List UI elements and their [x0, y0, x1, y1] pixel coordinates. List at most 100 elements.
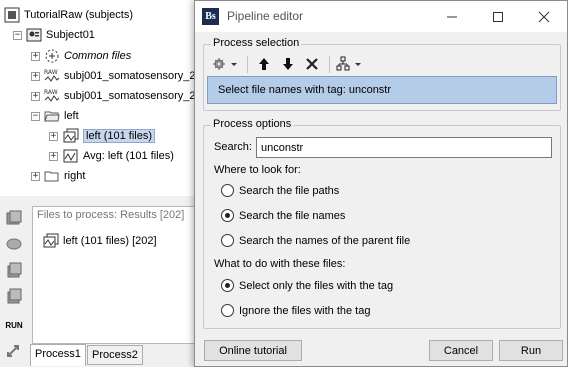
gear-icon: [213, 58, 237, 70]
expand-icon[interactable]: +: [31, 92, 40, 101]
process-selection-title: Process selection: [211, 37, 302, 49]
move-up-button[interactable]: [253, 53, 275, 75]
brainstorm-logo-icon: Bs: [202, 8, 219, 25]
raw-file-icon: RAW: [44, 88, 60, 104]
expand-icon[interactable]: +: [31, 172, 40, 181]
protocol-icon: [4, 7, 20, 23]
radio-label: Select only the files with the tag: [239, 279, 394, 292]
what-to-do-label: What to do with these files:: [214, 258, 346, 270]
stack-icon[interactable]: [4, 260, 24, 280]
average-icon: [63, 148, 79, 164]
tree-item-label: Common files: [64, 50, 132, 62]
tree-root[interactable]: TutorialRaw (subjects): [4, 6, 133, 24]
panel-splitter[interactable]: [0, 196, 200, 204]
pipeline-editor-dialog: Bs Pipeline editor Process selection Sel…: [194, 0, 568, 367]
dialog-title: Pipeline editor: [227, 9, 304, 23]
online-tutorial-button[interactable]: Online tutorial: [204, 340, 302, 361]
tree-item-left-folder[interactable]: left: [44, 107, 79, 125]
radio-checked-icon[interactable]: [221, 279, 234, 292]
file-entry-label: left (101 files) [202]: [63, 235, 157, 247]
minimize-icon: [447, 16, 457, 17]
collapse-icon[interactable]: −: [31, 112, 40, 121]
tree-root-label: TutorialRaw (subjects): [24, 9, 134, 21]
maximize-icon: [493, 11, 503, 22]
collapse-icon[interactable]: −: [13, 31, 22, 40]
process-options-title: Process options: [211, 118, 294, 130]
stack-icon[interactable]: [4, 286, 24, 306]
toolbar-separator: [329, 56, 330, 73]
tree-item-label: right: [64, 170, 86, 182]
delete-process-button[interactable]: [301, 53, 323, 75]
toolbar-separator: [247, 56, 248, 73]
search-input[interactable]: [256, 137, 552, 158]
tree-item-right-folder[interactable]: right: [44, 167, 85, 185]
tab-process1[interactable]: Process1: [30, 344, 86, 366]
radio-label: Ignore the files with the tag: [239, 304, 371, 317]
run-button[interactable]: Run: [499, 340, 563, 361]
files-to-process-title: Files to process: Results [202]: [37, 209, 185, 221]
radio-icon[interactable]: [221, 234, 234, 247]
title-bar[interactable]: Bs Pipeline editor: [195, 1, 567, 32]
tree-item-raw-2[interactable]: RAW subj001_somatosensory_2: [44, 87, 195, 105]
radio-search-parent-names[interactable]: Search the names of the parent file: [221, 234, 410, 247]
radio-search-file-names[interactable]: Search the file names: [221, 209, 345, 222]
tree-item-label: left: [64, 110, 79, 122]
svg-text:RAW: RAW: [44, 89, 58, 96]
radio-ignore-tagged[interactable]: Ignore the files with the tag: [221, 304, 370, 317]
close-icon: [538, 11, 550, 22]
tree-subject-label: Subject01: [46, 29, 95, 41]
cancel-button[interactable]: Cancel: [429, 340, 493, 361]
tree-item-label: subj001_somatosensory_2: [64, 70, 196, 82]
svg-text:RAW: RAW: [44, 69, 58, 76]
tree-item-common-files[interactable]: Common files: [44, 47, 131, 65]
arrow-up-icon: [259, 58, 269, 70]
radio-label: Search the file paths: [239, 184, 340, 197]
trials-icon: [63, 128, 79, 144]
tree-subject[interactable]: Subject01: [26, 26, 95, 44]
expand-icon[interactable]: +: [49, 152, 58, 161]
maximize-button[interactable]: [475, 1, 521, 32]
pipeline-tree-icon: [336, 56, 361, 71]
search-label: Search:: [214, 141, 252, 153]
run-button[interactable]: RUN: [4, 316, 24, 336]
swap-icon[interactable]: [4, 342, 24, 362]
tree-item-raw-1[interactable]: RAW subj001_somatosensory_2: [44, 67, 195, 85]
tree-item-label: subj001_somatosensory_2: [64, 90, 196, 102]
tree-item-left-trials[interactable]: left (101 files): [63, 127, 156, 145]
files-icon[interactable]: [4, 208, 24, 228]
process-toolbar: RUN: [0, 204, 28, 367]
folder-open-icon: [44, 108, 60, 124]
expand-icon[interactable]: +: [49, 132, 58, 141]
pipeline-menu-button[interactable]: [335, 53, 365, 75]
database-tree[interactable]: TutorialRaw (subjects) − Subject01 + Com…: [0, 0, 200, 196]
radio-search-file-paths[interactable]: Search the file paths: [221, 184, 339, 197]
files-to-process-panel[interactable]: Files to process: Results [202] left (10…: [32, 206, 200, 344]
delete-x-icon: [306, 58, 318, 70]
tab-process2[interactable]: Process2: [87, 345, 143, 365]
subject-icon: [26, 27, 42, 43]
tree-item-label: Avg: left (101 files): [83, 150, 174, 162]
radio-icon[interactable]: [221, 304, 234, 317]
list-item[interactable]: left (101 files) [202]: [43, 233, 157, 249]
radio-icon[interactable]: [221, 184, 234, 197]
move-down-button[interactable]: [277, 53, 299, 75]
where-to-look-label: Where to look for:: [214, 164, 301, 176]
expand-icon[interactable]: +: [31, 52, 40, 61]
radio-checked-icon[interactable]: [221, 209, 234, 222]
raw-file-icon: RAW: [44, 68, 60, 84]
tree-item-label: left (101 files): [83, 129, 156, 143]
radio-select-only-tagged[interactable]: Select only the files with the tag: [221, 279, 393, 292]
brain-icon[interactable]: [4, 234, 24, 254]
minimize-button[interactable]: [429, 1, 475, 32]
selected-process-item[interactable]: Select file names with tag: unconstr: [207, 76, 557, 104]
common-files-icon: [44, 48, 60, 64]
trials-icon: [43, 233, 59, 249]
process-toolbar-row: [207, 53, 557, 75]
expand-icon[interactable]: +: [31, 72, 40, 81]
add-process-button[interactable]: [211, 53, 241, 75]
folder-icon: [44, 168, 60, 184]
tree-item-average[interactable]: Avg: left (101 files): [63, 147, 174, 165]
arrow-down-icon: [283, 58, 293, 70]
close-button[interactable]: [521, 1, 567, 32]
radio-label: Search the file names: [239, 209, 346, 222]
